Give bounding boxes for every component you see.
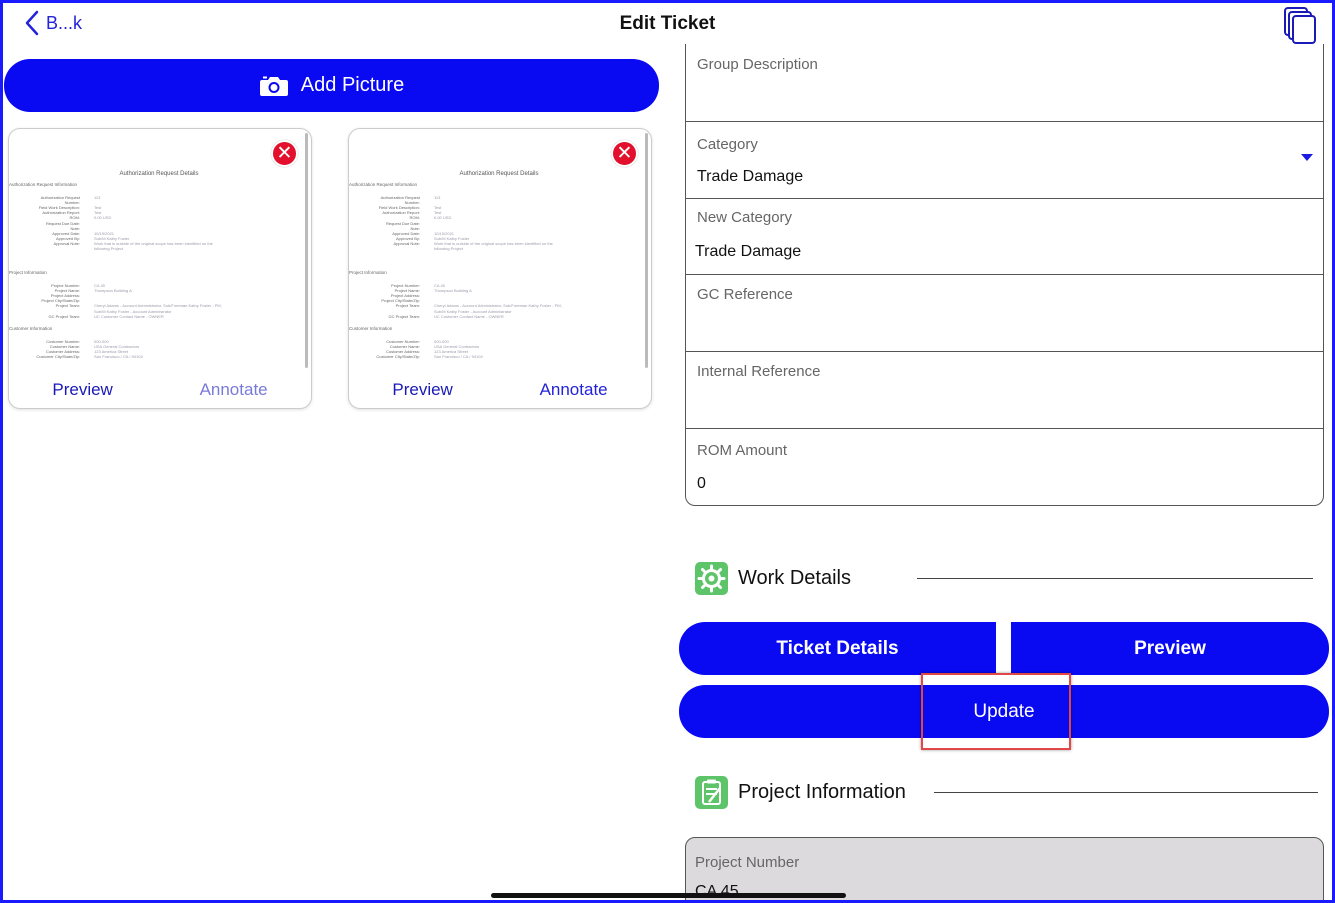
document-row-key: GC Project Team: [388,313,421,319]
document-row-value: San Francisco / CA / 94104 [434,354,483,360]
project-number-value: CA 45 [695,883,739,900]
document-row-key: GC Project Team: [48,313,81,319]
document-row: Customer City/State/Zip: San Francisco / … [9,354,305,359]
new-category-label: New Category [697,209,793,226]
page-title: Edit Ticket [619,13,716,34]
scrollbar[interactable] [645,133,648,368]
camera-icon [259,76,288,96]
document-row-key [9,246,94,251]
attachment-card: Authorization Request Details Authorizati… [8,128,312,409]
internal-reference-field[interactable]: Internal Reference [686,352,1323,429]
document-row-value: UC Customer Contact Name - OWNER [94,313,164,319]
rom-amount-field[interactable]: ROM Amount 0 [686,429,1323,506]
work-details-header: Work Details [695,562,851,595]
document-row-value: following Project [94,246,124,251]
document-row: GC Project Team: UC Customer Contact Name… [349,314,645,319]
chevron-down-icon[interactable] [1301,154,1313,161]
work-details-heading: Work Details [738,567,851,589]
project-number-label: Project Number [695,854,800,871]
category-select[interactable]: Category Trade Damage [686,122,1323,199]
internal-reference-label: Internal Reference [697,363,821,380]
ticket-details-button[interactable]: Ticket Details [679,622,996,675]
group-description-field[interactable]: Group Description [686,44,1323,122]
attachment-thumbnail[interactable]: Authorization Request Details Authorizati… [9,129,305,371]
document-section-heading: Project Information [9,270,47,275]
document-row-key: Customer City/State/Zip: [376,354,420,360]
close-icon[interactable]: ✕ [271,140,298,167]
project-information-header: Project Information [695,776,906,809]
document-section-heading: Project Information [349,270,387,275]
attachment-card: Authorization Request Details Authorizati… [348,128,652,409]
scrollbar[interactable] [305,133,308,368]
annotate-link[interactable]: Annotate [540,380,608,400]
category-value: Trade Damage [697,168,804,185]
update-button[interactable]: Update [679,685,1329,738]
annotate-link[interactable]: Annotate [200,380,268,400]
ticket-form: Group Description Category Trade Damage … [685,44,1324,506]
divider [917,578,1313,579]
document-row: following Project [349,246,645,251]
preview-button[interactable]: Preview [1011,622,1329,675]
document-row-value: San Francisco / CA / 94104 [94,354,143,360]
new-category-value: Trade Damage [695,243,802,260]
preview-link[interactable]: Preview [52,380,112,400]
gc-reference-field[interactable]: GC Reference [686,275,1323,352]
rom-amount-label: ROM Amount [697,442,788,459]
category-label: Category [697,136,758,153]
document-row-key [349,246,434,251]
gc-reference-label: GC Reference [697,286,793,303]
close-icon[interactable]: ✕ [611,140,638,167]
document-row-value: following Project [434,246,464,251]
copy-icon[interactable] [1283,6,1317,44]
rom-amount-value: 0 [697,475,706,492]
new-category-field[interactable]: New Category Trade Damage [686,199,1323,275]
document-row: Customer City/State/Zip: San Francisco / … [349,354,645,359]
gear-wrench-icon [695,562,728,595]
document-section-heading: Authorization Request Information [9,182,78,187]
preview-link[interactable]: Preview [392,380,452,400]
document-row-value: UC Customer Contact Name - OWNER [434,313,504,319]
document-row: GC Project Team: UC Customer Contact Name… [9,314,305,319]
document-title: Authorization Request Details [119,171,199,177]
document-section-heading: Authorization Request Information [349,182,418,187]
document-row-key: Customer City/State/Zip: [36,354,80,360]
clipboard-icon [695,776,728,809]
divider [934,792,1318,793]
project-information-heading: Project Information [738,781,906,803]
document-section-heading: Customer Information [349,326,393,331]
document-row: following Project [9,246,305,251]
document-title: Authorization Request Details [459,171,539,177]
home-indicator[interactable] [491,893,846,898]
attachment-thumbnail[interactable]: Authorization Request Details Authorizati… [349,129,645,371]
add-picture-button[interactable]: Add Picture [4,59,659,112]
document-section-heading: Customer Information [9,326,53,331]
group-description-label: Group Description [697,56,818,73]
add-picture-label: Add Picture [300,74,405,96]
